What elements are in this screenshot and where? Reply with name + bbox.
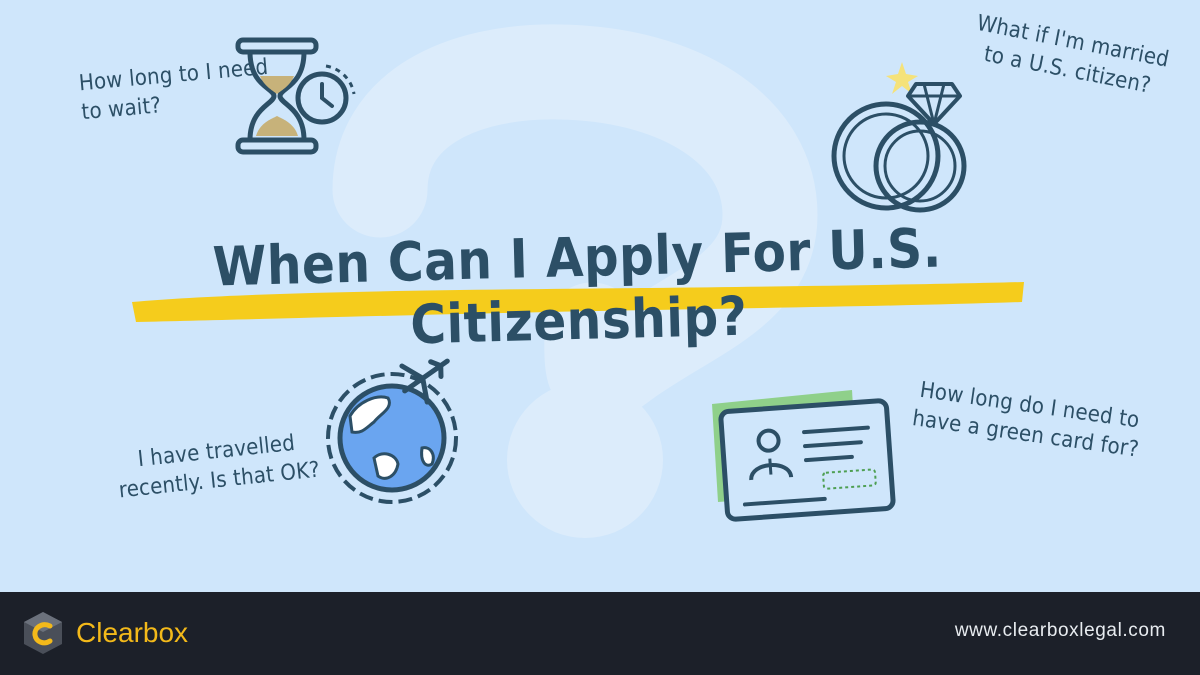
green-card-id-icon [712, 390, 896, 522]
page-title: When Can I Apply For U.S. Citizenship? [211, 216, 943, 357]
banner-canvas: How long to I need to wait? What if I'm … [0, 0, 1200, 592]
footer-bar: Clearbox www.clearboxlegal.com [0, 592, 1200, 675]
globe-airplane-icon [326, 358, 458, 504]
clearbox-cube-icon [24, 612, 62, 654]
wedding-rings-icon [831, 62, 967, 213]
headline-block: When Can I Apply For U.S. Citizenship? [128, 216, 1028, 356]
brand-logo[interactable]: Clearbox [22, 610, 188, 656]
brand-name: Clearbox [76, 617, 189, 648]
website-link[interactable]: www.clearboxlegal.com [955, 620, 1166, 642]
